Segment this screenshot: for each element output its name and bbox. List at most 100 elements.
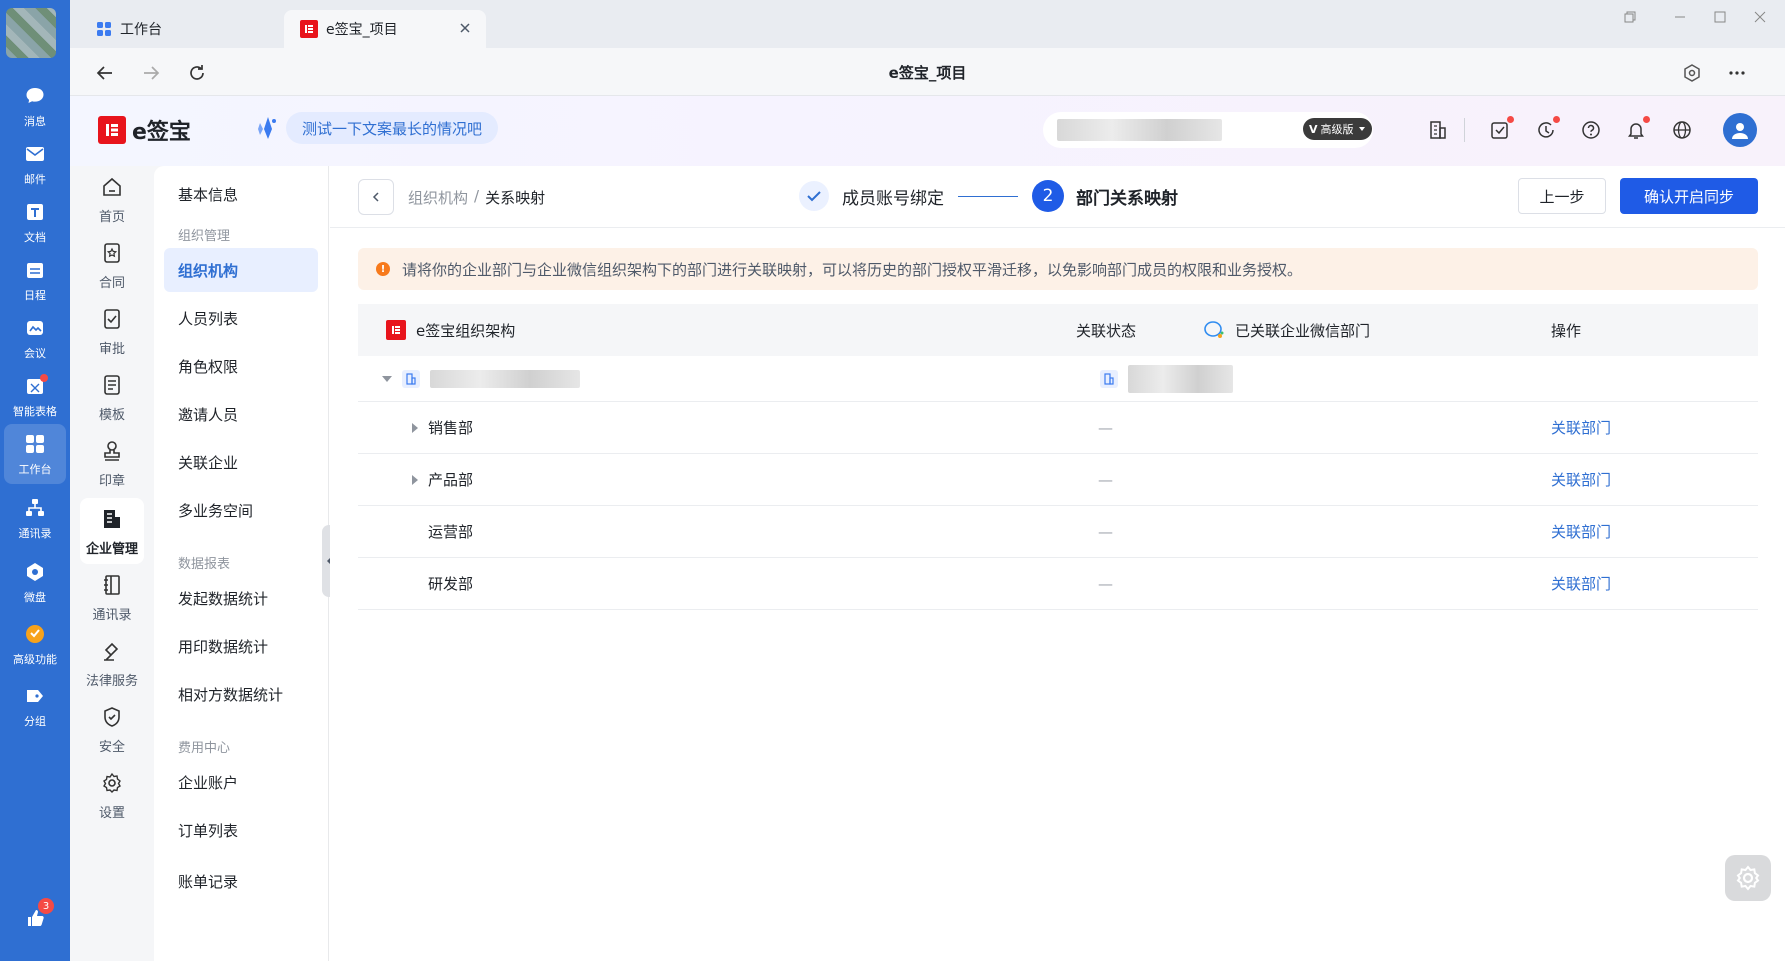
wecom-rail: 消息 邮件 文档 日程 会议 智能表格 工作台 通讯录 微盘 高级功能 分组 3: [0, 0, 70, 961]
rail-notices[interactable]: 3: [4, 892, 66, 948]
submenu-linked-enterprise[interactable]: 关联企业: [164, 440, 318, 484]
rail-groups[interactable]: 分组: [4, 676, 66, 736]
prev-step-button[interactable]: 上一步: [1518, 178, 1606, 214]
chevron-down-icon: [1358, 125, 1366, 133]
submenu-invite[interactable]: 邀请人员: [164, 392, 318, 436]
address-book-icon: [99, 572, 125, 598]
rail-mail[interactable]: 邮件: [4, 134, 66, 194]
submenu-group-fee: 费用中心: [178, 741, 231, 756]
ai-prompt[interactable]: 测试一下文案最长的情况吧: [286, 112, 499, 144]
close-icon[interactable]: [458, 21, 472, 35]
settings-hex-icon[interactable]: [1677, 58, 1707, 88]
rail-label: 邮件: [24, 173, 46, 186]
gear-icon: [1736, 865, 1760, 891]
submenu-member-list[interactable]: 人员列表: [164, 296, 318, 340]
module-template[interactable]: 模板: [80, 364, 144, 430]
close-window-icon[interactable]: [1745, 6, 1775, 28]
forward-arrow-icon[interactable]: [136, 58, 166, 88]
steps: 成员账号绑定 2 部门关系映射: [798, 180, 1178, 212]
user-avatar[interactable]: [1723, 113, 1757, 147]
dept-name: 产品部: [428, 471, 474, 489]
module-legal[interactable]: 法律服务: [80, 630, 144, 696]
header-status: 关联状态: [1076, 321, 1137, 340]
chat-bubble-icon: [22, 83, 48, 109]
link-dept-button[interactable]: 关联部门: [1551, 521, 1611, 542]
rail-advanced[interactable]: 高级功能: [4, 614, 66, 674]
breadcrumb-parent[interactable]: 组织机构: [408, 187, 468, 208]
history-icon[interactable]: [1532, 116, 1560, 144]
expand-arrow-icon[interactable]: [412, 422, 418, 433]
grid-icon: [96, 21, 112, 37]
submenu-counterparty-stats[interactable]: 相对方数据统计: [164, 672, 318, 716]
module-settings[interactable]: 设置: [80, 762, 144, 828]
rail-meeting[interactable]: 会议: [4, 308, 66, 368]
submenu-role-permission[interactable]: 角色权限: [164, 344, 318, 388]
module-label: 首页: [98, 209, 125, 225]
rail-label: 消息: [24, 115, 46, 128]
ai-assistant[interactable]: 测试一下文案最长的情况吧: [256, 112, 499, 144]
module-label: 设置: [98, 805, 125, 821]
submenu-basic-info[interactable]: 基本信息: [164, 172, 318, 216]
legal-icon: [99, 638, 125, 664]
rail-docs[interactable]: 文档: [4, 192, 66, 252]
submenu-seal-stats[interactable]: 用印数据统计: [164, 624, 318, 668]
link-dept-button[interactable]: 关联部门: [1551, 573, 1611, 594]
tab-workbench[interactable]: 工作台: [80, 10, 178, 48]
vip-badge[interactable]: V 高级版: [1303, 118, 1372, 140]
home-icon: [99, 174, 125, 200]
tab-esign-project[interactable]: e签宝_项目: [284, 10, 486, 48]
browser-nav-bar: e签宝_项目: [70, 48, 1785, 96]
back-button[interactable]: [358, 179, 394, 215]
user-avatar[interactable]: [6, 8, 56, 58]
confirm-sync-button[interactable]: 确认开启同步: [1620, 178, 1758, 214]
expand-arrow-icon[interactable]: [412, 474, 418, 485]
refresh-icon[interactable]: [182, 58, 212, 88]
table-row: 运营部 — 关联部门: [358, 506, 1758, 558]
submenu-multi-space[interactable]: 多业务空间: [164, 488, 318, 532]
submenu-org-structure[interactable]: 组织机构: [164, 248, 318, 292]
rail-messages[interactable]: 消息: [4, 76, 66, 136]
submenu-initiate-stats[interactable]: 发起数据统计: [164, 576, 318, 620]
link-dept-button[interactable]: 关联部门: [1551, 469, 1611, 490]
org-icon: [1100, 369, 1118, 388]
globe-icon[interactable]: [1668, 116, 1696, 144]
module-seal[interactable]: 印章: [80, 430, 144, 496]
app-header: e签宝 测试一下文案最长的情况吧 V 高级版: [70, 96, 1785, 166]
submenu-order-list[interactable]: 订单列表: [164, 808, 318, 852]
esign-logo-icon: [300, 20, 318, 38]
maximize-icon[interactable]: [1705, 6, 1735, 28]
module-home[interactable]: 首页: [80, 166, 144, 232]
back-arrow-icon[interactable]: [90, 58, 120, 88]
module-contract[interactable]: 合同: [80, 232, 144, 298]
module-label: 法律服务: [85, 673, 138, 689]
info-alert: ! 请将你的企业部门与企业微信组织架构下的部门进行关联映射，可以将历史的部门授权…: [358, 248, 1758, 290]
module-enterprise[interactable]: 企业管理: [80, 498, 144, 564]
submenu-bill-records[interactable]: 账单记录: [164, 856, 318, 892]
rail-contacts[interactable]: 通讯录: [4, 488, 66, 548]
rail-drive[interactable]: 微盘: [4, 552, 66, 612]
link-dept-button[interactable]: 关联部门: [1551, 417, 1611, 438]
module-security[interactable]: 安全: [80, 696, 144, 762]
task-check-icon[interactable]: [1486, 116, 1514, 144]
module-label: 通讯录: [92, 607, 132, 623]
minimize-icon[interactable]: [1665, 6, 1695, 28]
header-action: 操作: [1551, 321, 1582, 340]
rail-label: 日程: [24, 289, 46, 302]
restore-window-icon[interactable]: [1615, 6, 1645, 28]
help-icon[interactable]: [1577, 116, 1605, 144]
module-address-book[interactable]: 通讯录: [80, 564, 144, 630]
table-row-root: [358, 356, 1758, 402]
bell-icon[interactable]: [1622, 116, 1650, 144]
rail-calendar[interactable]: 日程: [4, 250, 66, 310]
esign-logo[interactable]: e签宝: [98, 114, 191, 146]
module-approval[interactable]: 审批: [80, 298, 144, 364]
floating-settings-button[interactable]: [1725, 855, 1771, 901]
rail-workbench[interactable]: 工作台: [4, 424, 66, 484]
collapse-arrow-icon[interactable]: [382, 375, 392, 382]
esign-logo-icon: [386, 320, 406, 340]
seal-icon: [99, 438, 125, 464]
submenu-enterprise-account[interactable]: 企业账户: [164, 760, 318, 804]
more-icon[interactable]: [1722, 58, 1752, 88]
rail-smart-sheet[interactable]: 智能表格: [4, 366, 66, 426]
building-icon[interactable]: [1424, 116, 1452, 144]
